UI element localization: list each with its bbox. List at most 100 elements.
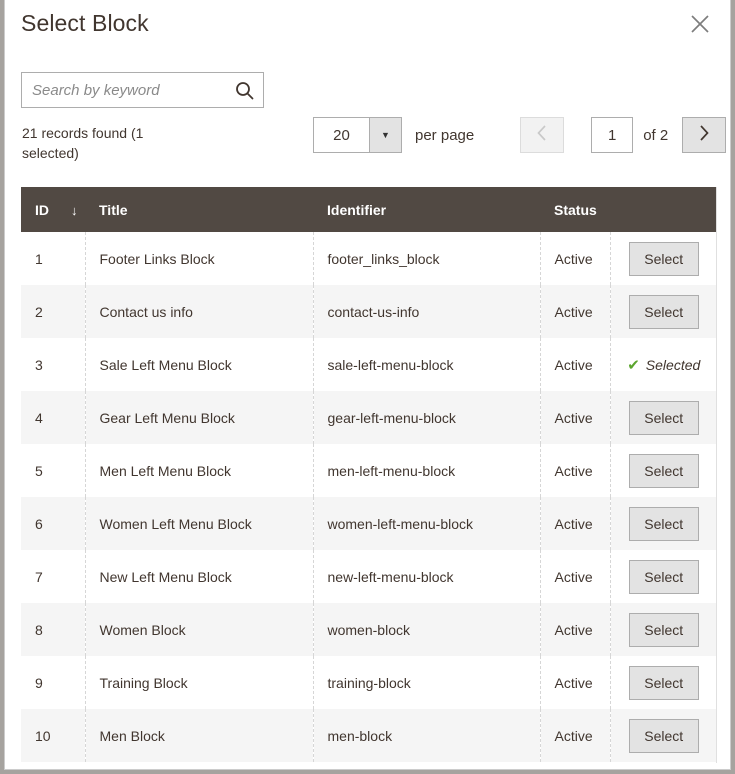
cell-id: 3 (21, 338, 86, 391)
cell-id: 2 (21, 285, 86, 338)
cell-id: 1 (21, 232, 86, 285)
search-box (21, 72, 264, 108)
cell-id: 8 (21, 603, 86, 656)
cell-title: Women Left Menu Block (85, 497, 314, 550)
table-row[interactable]: 4 Gear Left Menu Block gear-left-menu-bloc… (21, 391, 716, 444)
cell-identifier: gear-left-menu-block (313, 391, 541, 444)
select-button[interactable]: Select (628, 400, 699, 435)
cell-action: Select (610, 285, 716, 338)
blocks-grid: ID ↓ Title Identifier Status 1 Footer Link… (21, 187, 717, 763)
table-row[interactable]: 1 Footer Links Block footer_links_block Act… (21, 232, 716, 285)
cell-title: Contact us info (85, 285, 314, 338)
chevron-right-icon (698, 124, 710, 147)
cell-status: Active (540, 550, 611, 603)
select-button[interactable]: Select (628, 453, 699, 488)
chevron-down-icon: ▼ (369, 118, 401, 152)
cell-status: Active (540, 709, 611, 762)
select-button[interactable]: Select (628, 294, 699, 329)
select-button[interactable]: Select (628, 506, 699, 541)
selected-indicator: ✔ Selected (627, 356, 700, 374)
cell-action: Select (610, 550, 716, 603)
cell-status: Active (540, 603, 611, 656)
cell-action: Select (610, 444, 716, 497)
column-header-status[interactable]: Status (540, 187, 610, 232)
cell-id: 5 (21, 444, 86, 497)
cell-id: 7 (21, 550, 86, 603)
cell-identifier: contact-us-info (313, 285, 541, 338)
column-header-id-label: ID (35, 201, 49, 218)
next-page-button[interactable] (682, 117, 727, 153)
cell-title: Training Block (85, 656, 314, 709)
cell-action: Select (610, 232, 716, 285)
cell-status: Active (540, 232, 611, 285)
cell-id: 9 (21, 656, 86, 709)
cell-action: Select (610, 709, 716, 762)
cell-identifier: men-left-menu-block (313, 444, 541, 497)
column-header-identifier[interactable]: Identifier (313, 187, 540, 232)
search-input[interactable] (22, 73, 230, 107)
cell-status: Active (540, 285, 611, 338)
page-number-input[interactable] (591, 117, 634, 153)
cell-identifier: women-left-menu-block (313, 497, 541, 550)
selected-label: Selected (645, 356, 701, 373)
cell-status: Active (540, 444, 611, 497)
cell-id: 10 (21, 709, 86, 762)
cell-title: Sale Left Menu Block (85, 338, 314, 391)
cell-action: Select (610, 603, 716, 656)
cell-identifier: footer_links_block (313, 232, 541, 285)
cell-identifier: training-block (313, 656, 541, 709)
total-pages-label: of 2 (643, 126, 669, 144)
cell-title: Men Left Menu Block (85, 444, 314, 497)
table-header: ID ↓ Title Identifier Status (21, 187, 716, 232)
table-body: 1 Footer Links Block footer_links_block Act… (21, 232, 716, 762)
cell-title: Men Block (85, 709, 314, 762)
cell-id: 4 (21, 391, 86, 444)
cell-title: New Left Menu Block (85, 550, 314, 603)
table-row[interactable]: 5 Men Left Menu Block men-left-menu-block A… (21, 444, 716, 497)
chevron-left-icon (536, 124, 548, 147)
cell-action: Select (610, 391, 716, 444)
cell-identifier: sale-left-menu-block (313, 338, 541, 391)
cell-identifier: women-block (313, 603, 541, 656)
cell-identifier: men-block (313, 709, 541, 762)
cell-title: Gear Left Menu Block (85, 391, 314, 444)
table-row[interactable]: 6 Women Left Menu Block women-left-menu-bl… (21, 497, 716, 550)
cell-identifier: new-left-menu-block (313, 550, 541, 603)
cell-status: Active (540, 338, 611, 391)
sort-desc-icon: ↓ (71, 202, 78, 218)
check-icon: ✔ (627, 356, 640, 374)
per-page-label: per page (415, 126, 475, 144)
close-icon[interactable] (684, 8, 716, 40)
select-button[interactable]: Select (628, 559, 699, 594)
cell-action: Select (610, 497, 716, 550)
table-row[interactable]: 10 Men Block men-block Active Select (21, 709, 716, 762)
search-icon[interactable] (229, 76, 259, 104)
cell-action: Select (610, 656, 716, 709)
table-row[interactable]: 7 New Left Menu Block new-left-menu-block A… (21, 550, 716, 603)
column-header-action (610, 187, 716, 232)
cell-action: ✔ Selected (610, 338, 716, 391)
table-row[interactable]: 8 Women Block women-block Active Select (21, 603, 716, 656)
records-count: 21 records found (1 selected) (22, 125, 144, 161)
cell-title: Women Block (85, 603, 314, 656)
select-button[interactable]: Select (628, 718, 699, 753)
previous-page-button[interactable] (520, 117, 565, 153)
cell-status: Active (540, 656, 611, 709)
table-row[interactable]: 9 Training Block training-block Active Selec… (21, 656, 716, 709)
cell-id: 6 (21, 497, 86, 550)
pagination-controls: 20 ▼ per page of 2 (313, 117, 727, 153)
select-button[interactable]: Select (628, 612, 699, 647)
column-header-id[interactable]: ID ↓ (21, 187, 85, 232)
select-button[interactable]: Select (628, 665, 699, 700)
table-row[interactable]: 2 Contact us info contact-us-info Active Sel… (21, 285, 716, 338)
table-row[interactable]: 3 Sale Left Menu Block sale-left-menu-bloc… (21, 338, 716, 391)
cell-status: Active (540, 391, 611, 444)
cell-title: Footer Links Block (85, 232, 314, 285)
select-block-modal: Select Block 21 records found (1 selecte… (4, 0, 731, 770)
per-page-select[interactable]: 20 ▼ (313, 117, 402, 153)
page-title: Select Block (21, 10, 149, 36)
column-header-title[interactable]: Title (85, 187, 313, 232)
modal-header: Select Block (5, 0, 730, 52)
select-button[interactable]: Select (628, 241, 699, 276)
cell-status: Active (540, 497, 611, 550)
